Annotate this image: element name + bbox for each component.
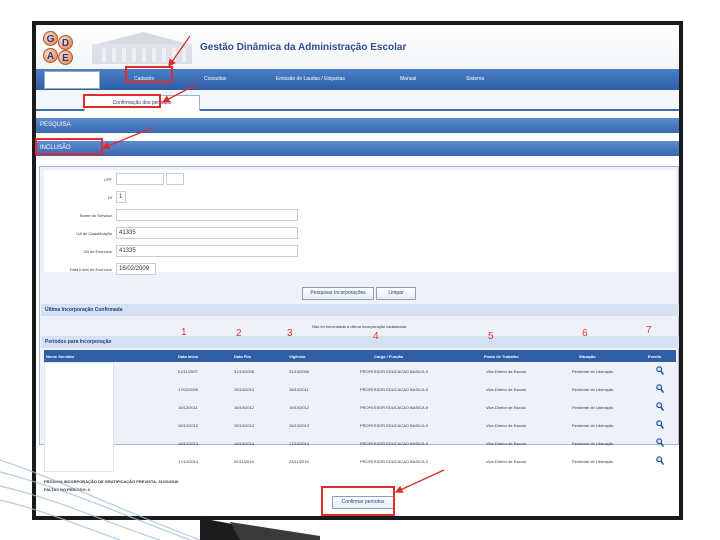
periodos-table-header: Nome Servidor Data Inicio Data Fim Vigên… (44, 350, 676, 362)
table-row: 16/12/2012 15/10/2013 16/10/2013 PROFESS… (44, 416, 676, 434)
col-cargo-funcao: Cargo / Função (374, 354, 404, 359)
annotation-number: 1 (181, 327, 187, 338)
table-row: 15/12/2011 16/10/2012 19/10/2012 PROFESS… (44, 398, 676, 416)
menu-consultas[interactable]: Consultas (204, 76, 226, 82)
logo-letter-e: E (58, 50, 73, 65)
building-illustration (92, 32, 192, 64)
cell-data-inicio: 16/12/2012 (178, 423, 199, 428)
cell-situacao: Pendente de Liberação (572, 405, 614, 410)
app-title: Gestão Dinâmica da Administração Escolar (200, 42, 407, 53)
inclusao-panel: CPF DI 1 Nome do Servidor UA de Classifi… (39, 166, 679, 509)
nome-servidor-label: Nome do Servidor (79, 213, 112, 218)
highlight-tab (83, 94, 161, 108)
cell-posto: Vice-Diretor de Escola (486, 459, 526, 464)
highlight-cadastro (125, 66, 173, 83)
cell-cargo: PROFESSOR EDUCACAO BASICA II (360, 405, 428, 410)
nome-servidor-field[interactable] (116, 209, 298, 221)
cell-cargo: PROFESSOR EDUCACAO BASICA II (360, 441, 428, 446)
annotation-number: 2 (236, 328, 242, 339)
cell-data-fim: 16/10/2012 (234, 405, 255, 410)
annotation-number: 4 (373, 331, 379, 342)
cpf-label: CPF (104, 177, 112, 182)
cpf-field[interactable] (116, 173, 164, 185)
logo-letter-g: G (43, 31, 58, 46)
search-form: CPF DI 1 Nome do Servidor UA de Classifi… (44, 170, 676, 275)
section-pesquisa[interactable]: PESQUISA (36, 118, 679, 133)
ua-exercicio-label: UA de Exercício (83, 249, 112, 254)
data-inicio-field[interactable]: 16/02/2009 (116, 263, 156, 275)
cell-posto: Vice-Diretor de Escola (486, 405, 526, 410)
cell-situacao: Pendente de Liberação (572, 459, 614, 464)
cell-posto: Vice-Diretor de Escola (486, 441, 526, 446)
cell-data-inicio: 15/12/2011 (178, 405, 198, 410)
annotation-number: 5 (488, 331, 494, 342)
cell-cargo: PROFESSOR EDUCACAO BASICA II (360, 423, 428, 428)
highlight-confirmar (321, 486, 395, 516)
cell-data-inicio: 01/11/2007 (178, 369, 198, 374)
table-row: 17/02/2009 15/10/2010 16/10/2011 PROFESS… (44, 380, 676, 398)
ua-exercicio-field[interactable]: 41335 (116, 245, 298, 257)
magnifier-icon[interactable] (656, 366, 664, 376)
cell-situacao: Pendente de Liberação (572, 369, 614, 374)
cell-situacao: Pendente de Liberação (572, 441, 614, 446)
ua-classificacao-field[interactable]: 41335 (116, 227, 298, 239)
annotation-number: 3 (287, 328, 293, 339)
col-evento: Evento (648, 354, 662, 359)
menu-emissao[interactable]: Emissão de Laudas / Etiquetas (276, 76, 345, 82)
col-situacao: Situação (579, 354, 596, 359)
pesquisar-incorporacoes-button[interactable]: Pesquisar Incorporações (302, 287, 374, 300)
annotation-number: 6 (582, 328, 588, 339)
logo-letter-a: A (43, 48, 58, 63)
cell-cargo: PROFESSOR EDUCACAO BASICA II (360, 369, 428, 374)
cell-posto: Vice-Diretor de Escola (486, 369, 526, 374)
magnifier-icon[interactable] (656, 438, 664, 448)
col-nome-servidor: Nome Servidor (46, 354, 75, 359)
cell-situacao: Pendente de Liberação (572, 423, 614, 428)
cell-vigencia: 31/10/2008 (289, 369, 310, 374)
data-inicio-label: Data Início de Exercício (69, 267, 112, 272)
cell-posto: Vice-Diretor de Escola (486, 387, 526, 392)
menu-blank-box (44, 71, 100, 89)
col-data-inicio: Data Inicio (178, 354, 199, 359)
app-header: G D A E Gestão Dinâmica da Administração… (36, 25, 679, 69)
section-inclusao[interactable]: INCLUSÃO (36, 141, 679, 156)
ua-classificacao-label: UA de Classificação (76, 231, 112, 236)
cell-vigencia: 16/10/2011 (289, 387, 309, 392)
cell-posto: Vice-Diretor de Escola (486, 423, 526, 428)
logo-letter-d: D (58, 35, 73, 50)
col-vigencia: Vigência (289, 354, 306, 359)
di-label: DI (108, 195, 112, 200)
annotation-number: 7 (646, 325, 652, 336)
di-field[interactable]: 1 (116, 191, 126, 203)
magnifier-icon[interactable] (656, 384, 664, 394)
menu-sistema[interactable]: Sistema (466, 76, 484, 82)
cell-data-inicio: 17/02/2009 (178, 387, 199, 392)
highlight-inclusao (35, 138, 103, 155)
cell-data-fim: 15/10/2013 (234, 423, 255, 428)
cell-situacao: Pendente de Liberação (572, 387, 614, 392)
cell-data-fim: 15/10/2010 (234, 387, 255, 392)
col-data-fim: Data Fim (234, 354, 251, 359)
menu-manual[interactable]: Manual (400, 76, 416, 82)
limpar-button[interactable]: Limpar (376, 287, 416, 300)
cell-cargo: PROFESSOR EDUCACAO BASICA II (360, 459, 428, 464)
section-separator (36, 133, 679, 141)
cell-cargo: PROFESSOR EDUCACAO BASICA II (360, 387, 428, 392)
col-posto-trabalho: Posto de Trabalho (484, 354, 519, 359)
table-row: 01/11/2007 31/10/2008 31/10/2008 PROFESS… (44, 362, 676, 380)
magnifier-icon[interactable] (656, 402, 664, 412)
ultima-incorporacao-header: Última Incorporação Confirmada (41, 304, 679, 316)
magnifier-icon[interactable] (656, 420, 664, 430)
cell-vigencia: 19/10/2012 (289, 405, 310, 410)
cell-vigencia: 16/10/2013 (289, 423, 310, 428)
slide-corner-decoration (0, 459, 320, 540)
slide: G D A E Gestão Dinâmica da Administração… (0, 0, 720, 540)
cell-data-fim: 31/10/2008 (234, 369, 255, 374)
cpf-digit-field[interactable] (166, 173, 184, 185)
gdae-logo: G D A E (41, 29, 85, 67)
magnifier-icon[interactable] (656, 456, 664, 466)
